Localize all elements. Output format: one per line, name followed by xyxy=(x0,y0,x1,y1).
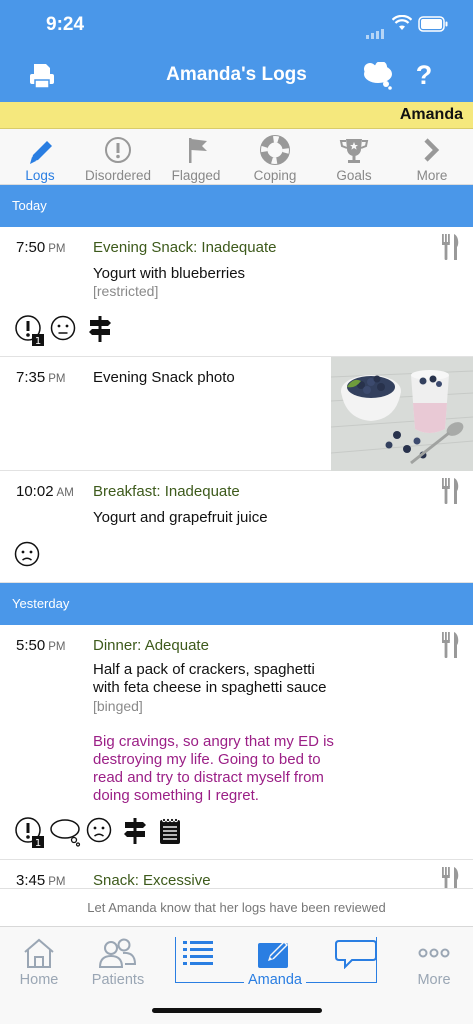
tab-label: Home xyxy=(19,972,59,988)
entry-note-line: destroying my life. Going to bed to xyxy=(93,751,321,768)
home-icon xyxy=(0,937,78,969)
mark-reviewed-button[interactable]: Let Amanda know that her logs have been … xyxy=(0,888,473,926)
section-label: Yesterday xyxy=(12,596,70,611)
tab-logs-list[interactable] xyxy=(175,927,220,993)
tab-messages[interactable] xyxy=(330,927,382,993)
section-label: Today xyxy=(12,198,47,213)
entry-time: 5:50 PM xyxy=(16,637,66,654)
entry-note-line: read and try to distract myself from xyxy=(93,769,324,786)
notepad-icon xyxy=(159,817,181,850)
help-button[interactable]: ? xyxy=(412,60,436,92)
tab-label: Patients xyxy=(91,972,145,988)
sad-face-icon xyxy=(14,541,40,572)
compose-icon xyxy=(220,937,330,969)
chevron-right-icon xyxy=(385,135,473,165)
entry-tag: [restricted] xyxy=(93,283,159,299)
status-bar: 9:24 xyxy=(0,0,473,50)
tab-label: Amanda xyxy=(244,972,306,988)
page-title: Amanda's Logs xyxy=(166,64,307,85)
log-entry[interactable]: 3:45 PM Snack: Excessive xyxy=(0,860,473,888)
wifi-icon xyxy=(391,14,413,36)
thought-bubble-icon xyxy=(48,817,82,852)
tab-amanda[interactable]: Amanda xyxy=(220,927,330,993)
fork-knife-icon xyxy=(441,866,461,888)
patient-name-bar: Amanda xyxy=(0,102,473,129)
entry-text: Yogurt with blueberries xyxy=(93,265,246,282)
section-header-yesterday: Yesterday xyxy=(0,583,473,625)
signpost-icon xyxy=(123,817,147,850)
log-entry[interactable]: 10:02 AM Breakfast: Inadequate Yogurt and… xyxy=(0,471,473,583)
entry-tag: [binged] xyxy=(93,698,143,714)
fork-knife-icon xyxy=(441,477,461,505)
neutral-face-icon xyxy=(50,315,76,346)
svg-text:1: 1 xyxy=(35,838,41,849)
tab-more-menu[interactable]: More xyxy=(395,927,473,993)
section-header-today: Today xyxy=(0,185,473,227)
meal-title: Evening Snack: Inadequate xyxy=(93,239,277,256)
fork-knife-icon xyxy=(441,233,461,261)
entry-time: 3:45 PM xyxy=(16,872,66,888)
tab-home[interactable]: Home xyxy=(0,927,78,993)
sad-face-icon xyxy=(86,817,112,848)
thought-bubble-icon[interactable] xyxy=(362,61,394,90)
tab-patients[interactable]: Patients xyxy=(78,927,158,993)
log-filter-tabs: Logs Disordered Flagged Coping Goals Mor… xyxy=(0,129,473,185)
review-text: Let Amanda know that her logs have been … xyxy=(87,900,386,915)
battery-icon xyxy=(418,16,448,37)
disordered-behavior-icon: 1 xyxy=(14,315,46,352)
entry-text: Evening Snack photo xyxy=(93,369,235,386)
meal-title: Dinner: Adequate xyxy=(93,637,209,654)
meal-photo[interactable] xyxy=(331,357,473,471)
tab-more[interactable]: More xyxy=(385,129,473,185)
list-icon xyxy=(175,937,220,969)
more-dots-icon xyxy=(395,937,473,969)
fork-knife-icon xyxy=(441,631,461,659)
entry-time: 7:35 PM xyxy=(16,369,66,386)
log-entry[interactable]: 7:35 PM Evening Snack photo xyxy=(0,357,473,471)
entry-time: 7:50 PM xyxy=(16,239,66,256)
entry-text-line: Half a pack of crackers, spaghetti xyxy=(93,661,315,678)
cellular-signal-icon xyxy=(366,26,384,44)
entry-icons: 1 xyxy=(14,315,134,347)
home-indicator xyxy=(152,1008,322,1013)
disordered-behavior-icon: 1 xyxy=(14,817,46,854)
status-time: 9:24 xyxy=(46,14,85,35)
signpost-icon xyxy=(88,315,112,348)
log-entry[interactable]: 5:50 PM Dinner: Adequate Half a pack of c… xyxy=(0,625,473,860)
entry-text-line: with feta cheese in spaghetti sauce xyxy=(93,679,327,696)
entry-note-line: Big cravings, so angry that my ED is xyxy=(93,733,334,750)
entry-text: Yogurt and grapefruit juice xyxy=(93,509,268,526)
svg-text:1: 1 xyxy=(35,336,41,347)
meal-title: Snack: Excessive xyxy=(93,872,211,888)
tab-label: More xyxy=(416,168,448,183)
tab-label: More xyxy=(417,972,451,988)
entry-time: 10:02 AM xyxy=(16,483,74,500)
entry-icons: 1 xyxy=(14,817,184,849)
patient-name: Amanda xyxy=(399,106,463,123)
patients-icon xyxy=(78,937,158,969)
speech-bubble-icon xyxy=(330,937,382,970)
log-entry[interactable]: 7:50 PM Evening Snack: Inadequate Yogurt … xyxy=(0,227,473,357)
entry-icons xyxy=(14,541,54,569)
meal-title: Breakfast: Inadequate xyxy=(93,483,240,500)
entry-note-line: doing something I regret. xyxy=(93,787,259,804)
navigation-bar: Amanda's Logs ? xyxy=(0,50,473,102)
